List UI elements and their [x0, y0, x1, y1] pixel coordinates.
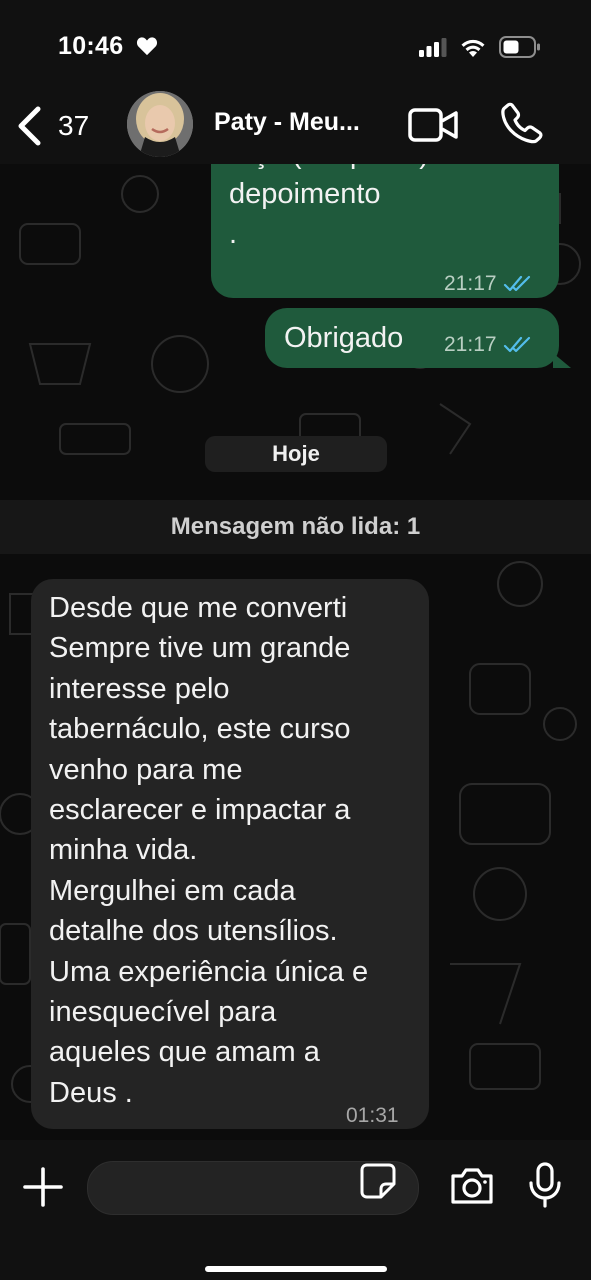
message-line: inesquecível para: [49, 996, 277, 1029]
composer-bar: [0, 1140, 591, 1280]
message-meta: 21:17: [444, 325, 533, 365]
message-text: faça (se quiser) um depoimento .: [229, 164, 477, 254]
unread-messages-banner: Mensagem não lida: 1: [0, 500, 591, 554]
video-call-button[interactable]: [407, 106, 459, 149]
message-text: Desde que me converti Sempre tive um gra…: [49, 588, 368, 1113]
signal-icon: [419, 38, 447, 57]
message-line: minha vida.: [49, 834, 198, 867]
phone-icon: [501, 102, 543, 144]
bubble-tail: [553, 353, 571, 368]
voice-call-button[interactable]: [500, 101, 544, 150]
message-time: 21:17: [444, 333, 497, 356]
message-line: Deus .: [49, 1076, 133, 1109]
attach-button[interactable]: [22, 1166, 64, 1213]
message-line: .: [229, 218, 238, 250]
sticker-button[interactable]: [359, 1162, 397, 1205]
message-time: 21:17: [444, 272, 497, 295]
message-line: depoimento: [229, 178, 381, 210]
message-line: faça (se quiser) um: [229, 164, 477, 174]
outgoing-message[interactable]: Obrigado 21:17: [265, 308, 559, 368]
avatar[interactable]: [127, 91, 193, 157]
date-separator: Hoje: [205, 436, 387, 472]
chat-header: 37 Paty - Meu...: [0, 90, 591, 164]
message-text: Obrigado: [284, 322, 404, 354]
avatar-photo: [127, 91, 193, 157]
chat-area[interactable]: faça (se quiser) um depoimento . 21:17 O…: [0, 164, 591, 1140]
message-line: tabernáculo, este curso: [49, 713, 351, 746]
chevron-left-icon: [18, 106, 41, 146]
heart-icon: [136, 37, 158, 56]
video-camera-icon: [408, 108, 458, 142]
message-meta: 21:17: [444, 264, 533, 304]
wifi-icon: [461, 39, 485, 57]
sticker-icon: [360, 1163, 396, 1199]
message-line: venho para me: [49, 753, 243, 786]
camera-icon: [451, 1168, 493, 1204]
back-button[interactable]: 37: [16, 104, 89, 148]
battery-icon: [499, 36, 540, 58]
double-check-icon: [503, 336, 530, 353]
microphone-icon: [529, 1162, 561, 1208]
message-input[interactable]: [108, 1162, 362, 1216]
message-line: interesse pelo: [49, 672, 230, 705]
message-line: esclarecer e impactar a: [49, 794, 351, 827]
plus-icon: [23, 1167, 63, 1207]
message-line: aqueles que amam a: [49, 1036, 320, 1069]
microphone-button[interactable]: [528, 1161, 562, 1214]
message-line: Mergulhei em cada: [49, 874, 296, 907]
camera-button[interactable]: [449, 1166, 495, 1211]
status-icons: [419, 36, 541, 58]
double-check-icon: [503, 275, 530, 292]
message-line: Desde que me converti: [49, 592, 348, 624]
message-line: detalhe dos utensílios.: [49, 915, 338, 948]
contact-name[interactable]: Paty - Meu...: [214, 108, 360, 137]
home-indicator: [205, 1266, 387, 1272]
message-time: 01:31: [346, 1104, 399, 1127]
outgoing-message[interactable]: faça (se quiser) um depoimento . 21:17: [211, 164, 559, 298]
status-time: 10:46: [58, 32, 124, 60]
incoming-message[interactable]: Desde que me converti Sempre tive um gra…: [31, 579, 429, 1129]
message-line: Sempre tive um grande: [49, 632, 351, 665]
message-line: Uma experiência única e: [49, 955, 369, 988]
unread-count: 37: [58, 110, 90, 141]
status-bar: 10:46: [0, 0, 591, 90]
